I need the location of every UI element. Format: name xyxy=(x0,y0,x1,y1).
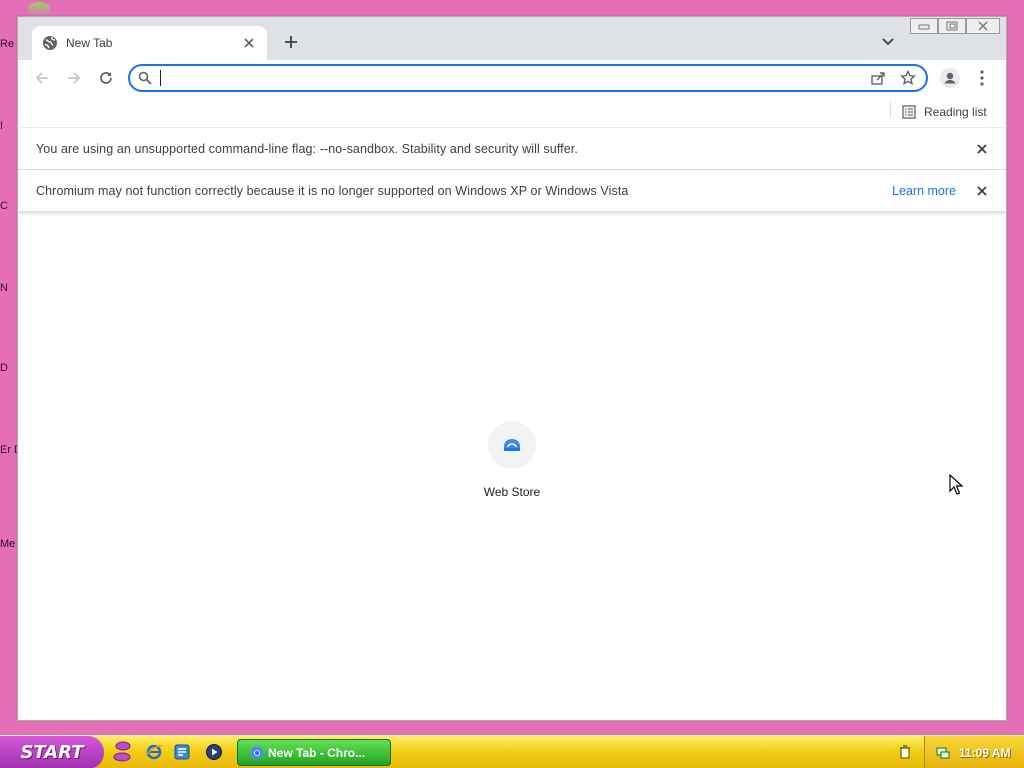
media-player-icon[interactable] xyxy=(204,742,224,762)
shortcut-title: Web Store xyxy=(483,485,541,499)
profile-button[interactable] xyxy=(938,66,962,90)
minimize-button[interactable] xyxy=(910,18,938,34)
back-button[interactable] xyxy=(30,66,54,90)
learn-more-link[interactable]: Learn more xyxy=(892,184,956,198)
tab-new-tab[interactable]: New Tab xyxy=(32,26,267,60)
share-icon[interactable] xyxy=(868,68,888,88)
internet-explorer-icon[interactable] xyxy=(144,742,164,762)
text-caret xyxy=(160,70,161,86)
mouse-cursor-icon xyxy=(949,473,964,499)
desktop-icon-label[interactable]: N xyxy=(0,282,18,294)
globe-icon xyxy=(42,35,58,51)
menu-kebab-icon[interactable] xyxy=(970,66,994,90)
taskbar-button-label: New Tab - Chro... xyxy=(268,745,366,760)
system-tray: 11:09 AM xyxy=(924,736,1024,768)
search-icon xyxy=(138,71,152,85)
chromium-icon xyxy=(250,746,264,760)
shortcut-tile xyxy=(488,421,536,469)
close-icon[interactable] xyxy=(974,141,990,157)
infobar-sandbox-warning: You are using an unsupported command-lin… xyxy=(18,128,1006,170)
bookmarks-bar: Reading list xyxy=(18,96,1006,128)
reading-list-label: Reading list xyxy=(924,105,987,119)
taskbar: START New Tab - Chro... 11:09 AM xyxy=(0,735,1024,768)
desktop-icon-label[interactable]: D xyxy=(0,362,18,374)
close-window-button[interactable] xyxy=(966,18,1000,34)
close-tab-icon[interactable] xyxy=(241,35,257,51)
reading-list-icon xyxy=(902,105,916,119)
start-button[interactable]: START xyxy=(0,736,104,768)
tab-strip: New Tab xyxy=(18,17,1006,60)
bookmarks-separator xyxy=(890,102,891,118)
desktop-icon-label[interactable]: I xyxy=(0,120,18,132)
reload-button[interactable] xyxy=(94,66,118,90)
desktop-icon-label[interactable]: Re xyxy=(0,38,18,50)
desktop-icon-top[interactable] xyxy=(28,2,50,16)
recycle-tray-icon[interactable] xyxy=(895,742,915,762)
tab-title: New Tab xyxy=(66,36,113,50)
reading-list-button[interactable]: Reading list xyxy=(902,101,987,123)
forward-button[interactable] xyxy=(62,66,86,90)
taskbar-button-browser[interactable]: New Tab - Chro... xyxy=(237,739,391,766)
butterfly-icon[interactable] xyxy=(108,740,132,766)
maximize-button[interactable] xyxy=(938,18,966,34)
infobar-shadow xyxy=(18,212,1006,216)
email-client-icon[interactable] xyxy=(172,742,192,762)
infobar-message: Chromium may not function correctly beca… xyxy=(36,183,629,198)
toolbar xyxy=(18,60,1006,96)
infobar-message: You are using an unsupported command-lin… xyxy=(36,141,578,156)
omnibox[interactable] xyxy=(128,64,928,92)
desktop-icon-label[interactable]: C xyxy=(0,200,18,212)
new-tab-button[interactable] xyxy=(280,31,302,53)
clock[interactable]: 11:09 AM xyxy=(959,746,1011,760)
network-tray-icon[interactable] xyxy=(935,745,951,761)
close-icon[interactable] xyxy=(974,183,990,199)
desktop-icon-label[interactable]: Er D xyxy=(0,444,18,456)
browser-window: New Tab Reading list You are using an un… xyxy=(17,16,1007,721)
web-store-icon xyxy=(502,437,522,453)
desktop-icon-label[interactable]: Me xyxy=(0,538,18,550)
omnibox-input[interactable] xyxy=(169,68,858,88)
tab-search-button[interactable] xyxy=(878,32,898,52)
bookmark-star-icon[interactable] xyxy=(898,68,918,88)
shortcut-web-store[interactable]: Web Store xyxy=(472,421,552,499)
infobar-unsupported-os: Chromium may not function correctly beca… xyxy=(18,170,1006,212)
